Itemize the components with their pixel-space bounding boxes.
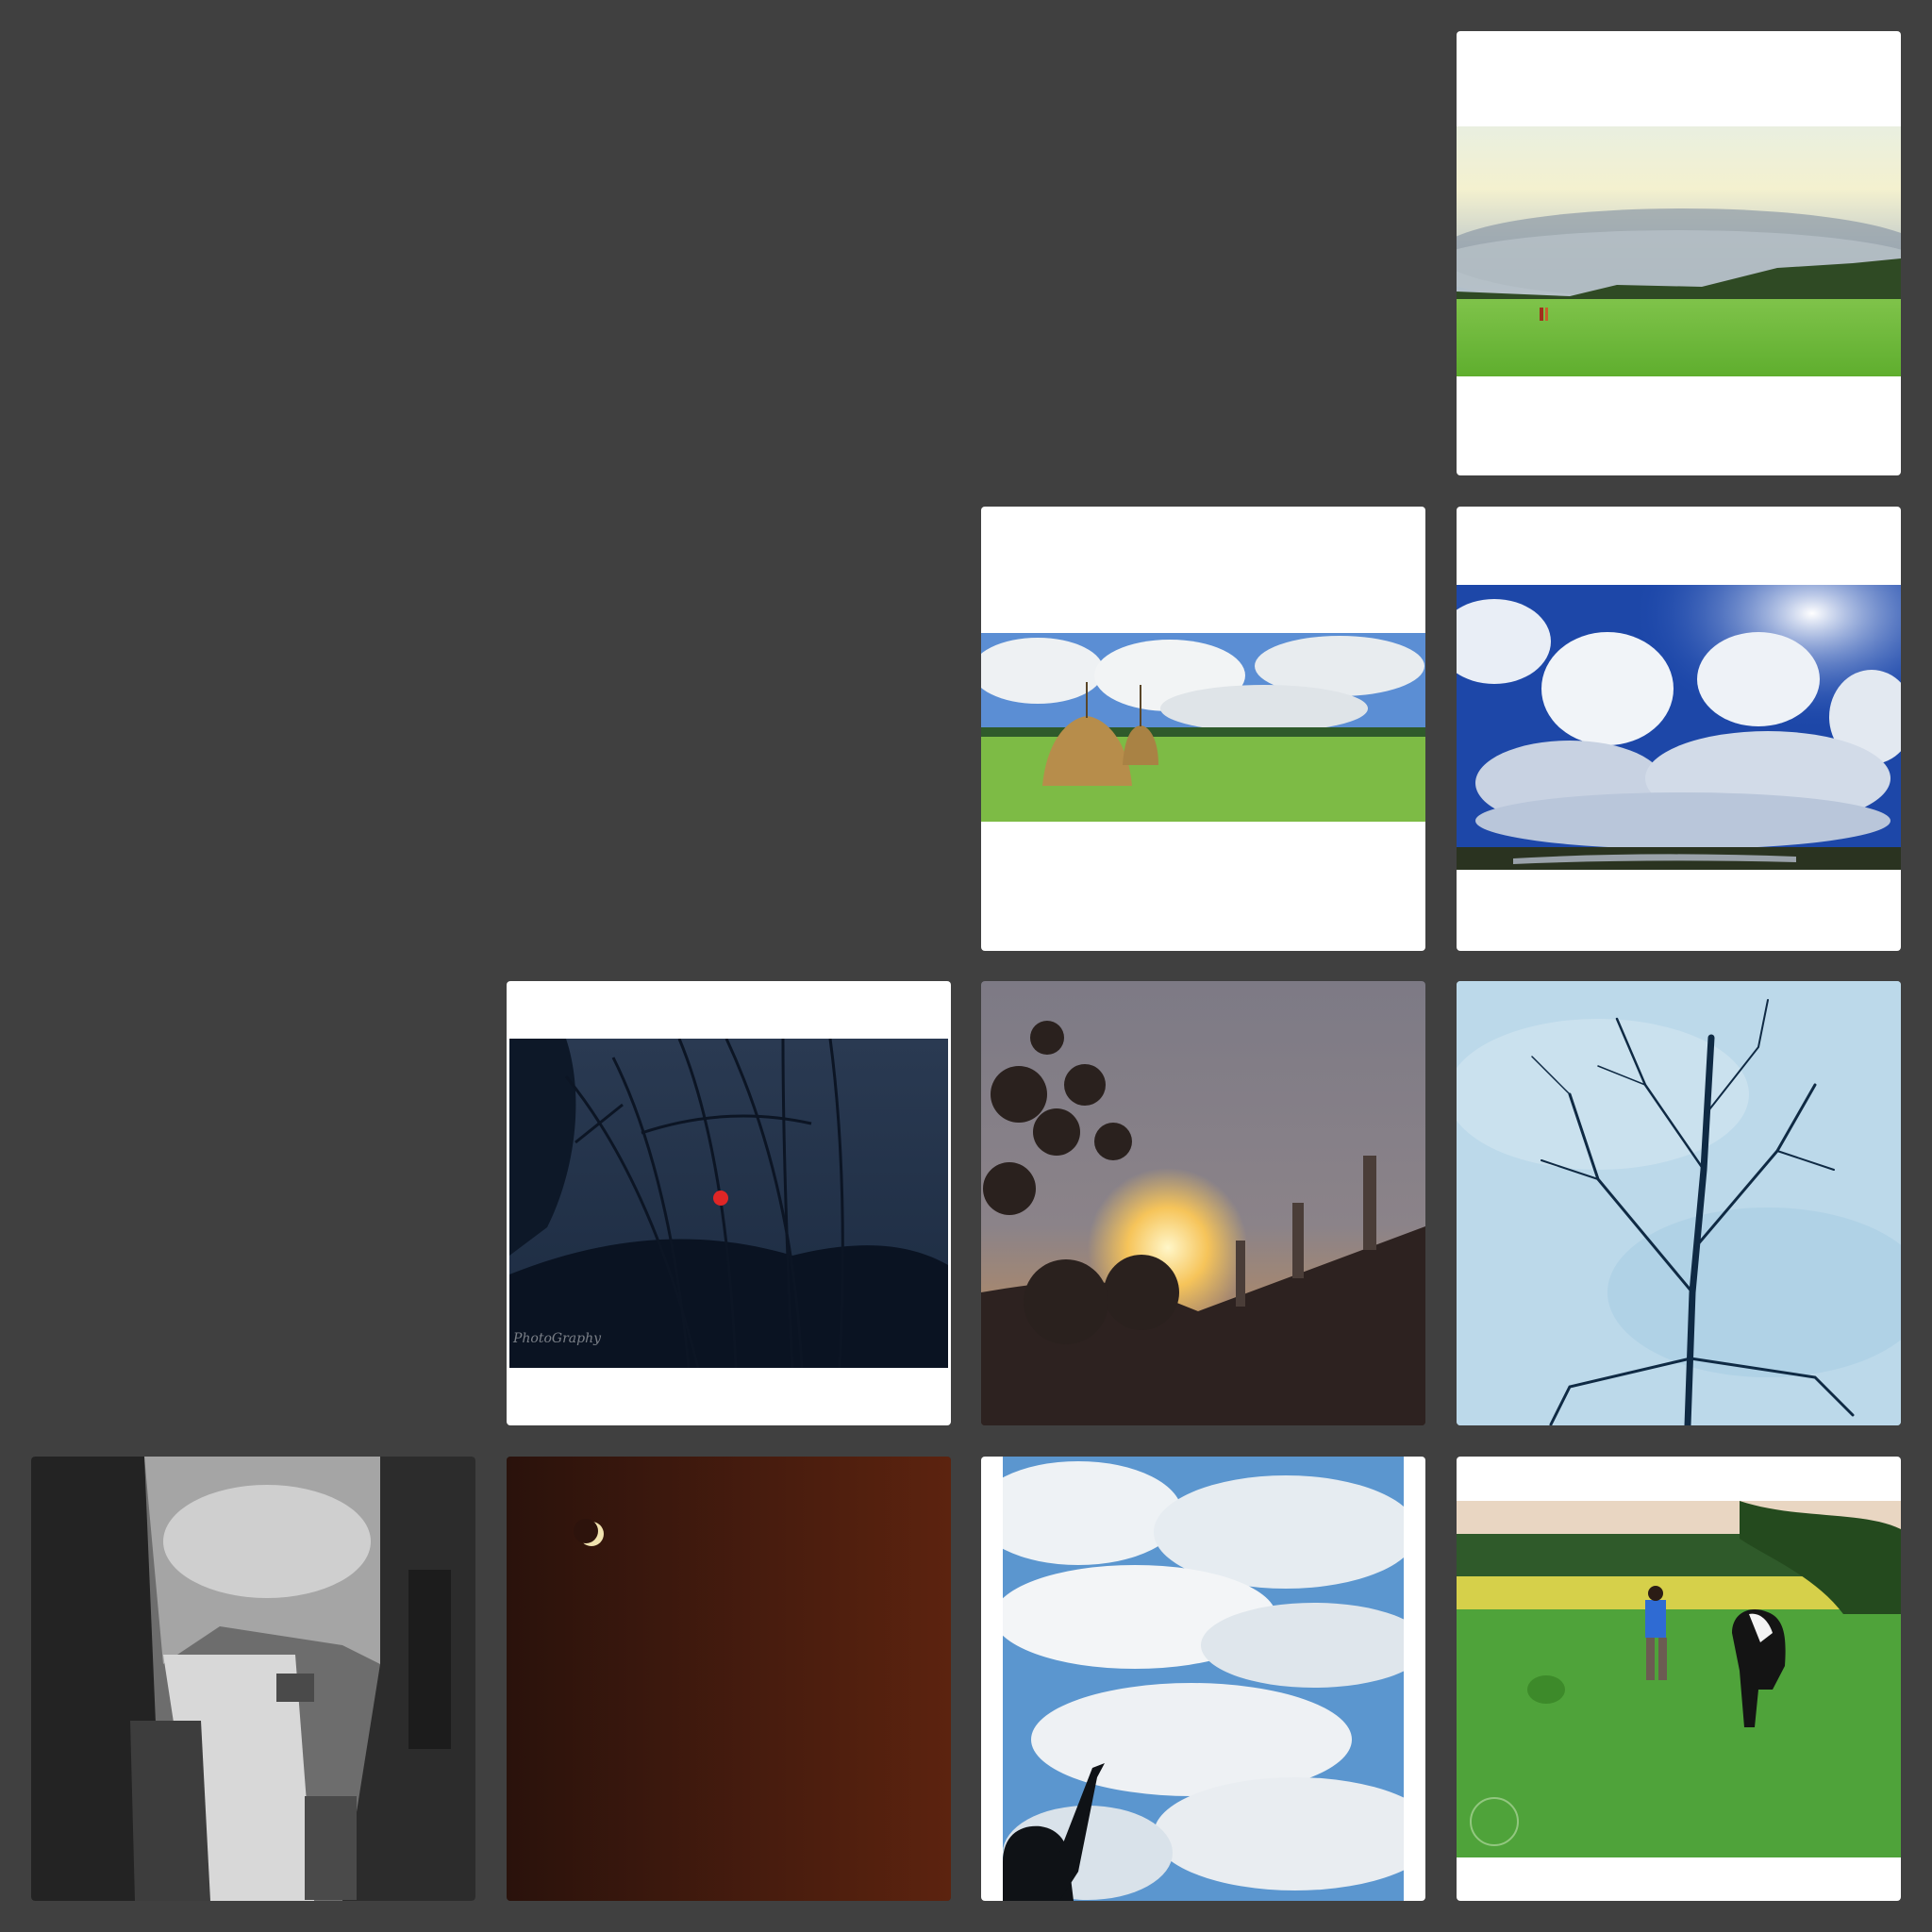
photo-tile-sunset[interactable] — [981, 981, 1425, 1425]
photo-bare-tree — [1457, 981, 1901, 1425]
photo-tile-buildings[interactable] — [31, 1457, 475, 1901]
photo-panorama-field — [1457, 126, 1901, 376]
photo-red-sun-grass: PhotoGraphy — [509, 1039, 948, 1368]
photo-sunset-rooftop — [981, 981, 1425, 1425]
photo-child-pointing-clouds — [1003, 1457, 1404, 1901]
photo-blue-sky-clouds — [1457, 585, 1901, 870]
photo-tile-panorama[interactable] — [1457, 31, 1901, 475]
photo-tile-crescent-moon[interactable] — [507, 1457, 951, 1901]
photo-tile-boy-cow[interactable] — [1457, 1457, 1901, 1901]
photo-tile-blue-sky[interactable] — [1457, 507, 1901, 951]
photo-boy-with-cow — [1457, 1501, 1901, 1857]
photo-tile-bare-tree[interactable] — [1457, 981, 1901, 1425]
photo-tile-child-clouds[interactable] — [981, 1457, 1425, 1901]
photo-tile-haystacks[interactable] — [981, 507, 1425, 951]
photo-bw-buildings — [31, 1457, 475, 1901]
photo-grid: PhotoGraphy — [0, 0, 1932, 1932]
photo-watermark: PhotoGraphy — [513, 1331, 602, 1346]
photo-tile-red-sun[interactable]: PhotoGraphy — [507, 981, 951, 1425]
photo-haystacks — [981, 633, 1425, 822]
photo-crescent-moon — [507, 1457, 951, 1901]
